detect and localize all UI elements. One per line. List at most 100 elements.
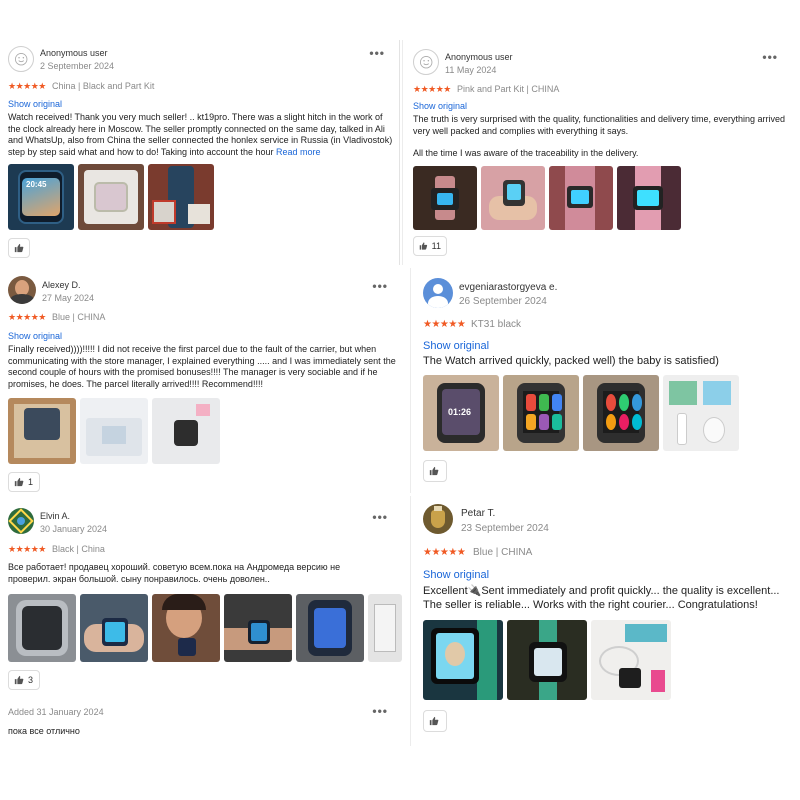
photo-strip <box>413 166 681 230</box>
review-photo[interactable] <box>481 166 545 230</box>
like-button[interactable]: 1 <box>8 472 40 492</box>
like-count: 11 <box>431 241 441 251</box>
variant-label: KT31 black <box>471 319 522 330</box>
review-date: 23 September 2024 <box>461 523 549 534</box>
show-original-link[interactable]: Show original <box>423 340 489 352</box>
review-text: Все работает! продавец хороший. советую … <box>8 562 341 584</box>
review-photo[interactable]: 01:26 <box>423 375 499 451</box>
review-card: Anonymous user 2 September 2024 ••• ★★★★… <box>2 40 400 265</box>
like-button[interactable]: 3 <box>8 670 40 690</box>
review-photo[interactable] <box>224 594 292 662</box>
review-photo[interactable]: 20:45 <box>8 164 74 230</box>
review-date: 26 September 2024 <box>459 296 547 307</box>
like-button[interactable] <box>8 238 30 258</box>
review-photo[interactable] <box>617 166 681 230</box>
review-date: 2 September 2024 <box>40 61 115 71</box>
more-options-icon[interactable]: ••• <box>372 704 388 718</box>
like-count: 3 <box>28 675 34 685</box>
star-rating: ★★★★★ <box>8 312 46 322</box>
avatar <box>423 504 453 534</box>
watch-time: 20:45 <box>26 180 47 189</box>
review-photo[interactable] <box>591 620 671 700</box>
show-original-link[interactable]: Show original <box>8 331 62 341</box>
star-rating: ★★★★★ <box>8 81 46 91</box>
smiley-icon <box>14 52 28 66</box>
thumbs-up-icon <box>14 477 24 487</box>
reviewer-name: Alexey D. <box>42 280 81 290</box>
review-photo[interactable] <box>80 398 148 464</box>
avatar <box>423 278 453 308</box>
review-date: 27 May 2024 <box>42 293 95 303</box>
review-photo[interactable] <box>503 375 579 451</box>
reviewer-name: Anonymous user <box>445 52 513 62</box>
watch-time: 01:26 <box>448 407 472 417</box>
avatar <box>8 46 34 72</box>
thumbs-up-icon <box>429 466 439 476</box>
review-photo[interactable] <box>80 594 148 662</box>
review-text: пока все отлично <box>8 726 80 736</box>
show-original-link[interactable]: Show original <box>8 99 62 109</box>
like-count: 1 <box>28 477 34 487</box>
review-photo[interactable] <box>152 594 220 662</box>
review-card: Petar T. 23 September 2024 ★★★★★ Blue | … <box>410 496 794 746</box>
variant-label: Blue | CHINA <box>473 547 533 558</box>
smiley-icon <box>419 55 433 69</box>
show-original-link[interactable]: Show original <box>423 569 489 581</box>
more-options-icon[interactable]: ••• <box>372 279 388 293</box>
review-card: Anonymous user 11 May 2024 ••• ★★★★★ Pin… <box>402 40 792 265</box>
reviewer-name: evgeniarastorgyeva e. <box>459 282 558 293</box>
review-photo[interactable] <box>423 620 503 700</box>
thumbs-up-icon <box>429 716 439 726</box>
star-rating: ★★★★★ <box>423 319 466 330</box>
review-photo[interactable] <box>8 398 76 464</box>
review-card: evgeniarastorgyeva e. 26 September 2024 … <box>410 268 794 493</box>
star-rating: ★★★★★ <box>413 84 451 94</box>
review-photo[interactable] <box>296 594 364 662</box>
star-rating: ★★★★★ <box>8 544 46 554</box>
photo-strip <box>423 620 671 700</box>
review-photo[interactable] <box>583 375 659 451</box>
show-original-link[interactable]: Show original <box>413 101 467 111</box>
variant-label: Blue | CHINA <box>52 312 106 322</box>
review-text: Finally received))))!!!!! I did not rece… <box>8 344 396 389</box>
reviewer-name: Anonymous user <box>40 48 108 58</box>
more-options-icon[interactable]: ••• <box>762 50 778 64</box>
review-date: 30 January 2024 <box>40 524 108 534</box>
review-card: Alexey D. 27 May 2024 ••• ★★★★★ Blue | C… <box>2 270 402 498</box>
photo-strip <box>8 398 220 464</box>
like-button[interactable]: 11 <box>413 236 447 256</box>
review-photo[interactable] <box>413 166 477 230</box>
variant-label: Pink and Part Kit | CHINA <box>457 84 560 94</box>
review-text: Watch received! Thank you very much sell… <box>8 112 396 158</box>
review-text: Excellent🔌Sent immediately and profit qu… <box>423 585 780 611</box>
avatar <box>413 49 439 75</box>
review-text: The Watch arrived quickly, packed well) … <box>423 355 719 367</box>
review-photo[interactable] <box>663 375 739 451</box>
photo-strip: 20:45 <box>8 164 214 230</box>
added-date: Added 31 January 2024 <box>8 707 104 717</box>
review-photo[interactable] <box>549 166 613 230</box>
review-text: All the time I was aware of the traceabi… <box>413 148 639 158</box>
thumbs-up-icon <box>14 243 24 253</box>
review-photo[interactable] <box>78 164 144 230</box>
review-photo[interactable] <box>507 620 587 700</box>
review-photo[interactable] <box>368 594 402 662</box>
like-button[interactable] <box>423 710 447 732</box>
review-photo[interactable] <box>152 398 220 464</box>
review-text-body: Watch received! Thank you very much sell… <box>8 112 393 157</box>
review-text: The truth is very surprised with the qua… <box>413 114 786 136</box>
read-more-link[interactable]: Read more <box>276 147 321 157</box>
photo-strip <box>8 594 402 662</box>
variant-label: China | Black and Part Kit <box>52 81 155 91</box>
review-photo[interactable] <box>8 594 76 662</box>
review-date: 11 May 2024 <box>445 65 497 75</box>
thumbs-up-icon <box>419 242 428 250</box>
variant-label: Black | China <box>52 544 105 554</box>
avatar <box>8 276 36 304</box>
more-options-icon[interactable]: ••• <box>372 510 388 524</box>
more-options-icon[interactable]: ••• <box>369 46 385 60</box>
like-button[interactable] <box>423 460 447 482</box>
review-photo[interactable] <box>148 164 214 230</box>
star-rating: ★★★★★ <box>423 547 466 558</box>
photo-strip: 01:26 <box>423 375 739 451</box>
